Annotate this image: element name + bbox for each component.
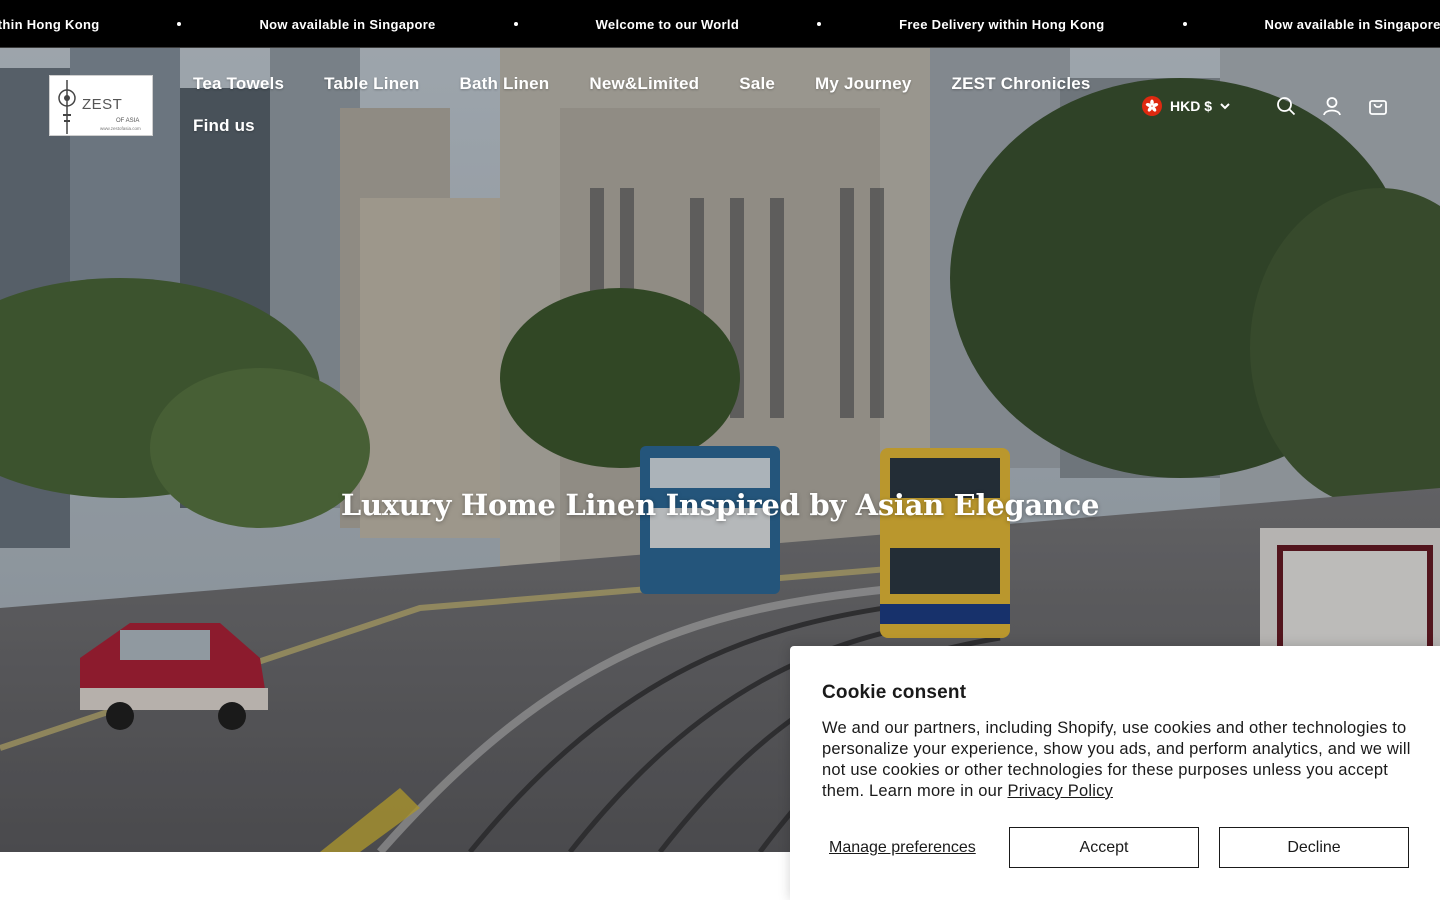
cookie-body-text: We and our partners, including Shopify, … [822, 719, 1411, 800]
site-header: ZEST OF ASIA www.zestofasia.com Tea Towe… [0, 48, 1440, 158]
currency-label: HKD $ [1169, 98, 1212, 114]
hero-title: Luxury Home Linen Inspired by Asian Eleg… [340, 488, 1100, 522]
nav-item-sale[interactable]: Sale [739, 72, 775, 96]
announcement-item: Free Delivery within Hong Kong [0, 16, 100, 32]
hong-kong-flag-icon [1141, 96, 1162, 116]
cookie-title: Cookie consent [822, 682, 967, 703]
nav-item-bath-linen[interactable]: Bath Linen [460, 72, 550, 96]
announcement-separator [1182, 22, 1187, 26]
nav-item-my-journey[interactable]: My Journey [815, 72, 911, 96]
site-logo[interactable]: ZEST OF ASIA www.zestofasia.com [49, 75, 153, 136]
header-actions: HKD $ [1141, 92, 1392, 120]
announcement-separator [817, 22, 822, 26]
cookie-body: We and our partners, including Shopify, … [822, 718, 1412, 802]
announcement-item: Now available in Singapore [259, 16, 436, 32]
search-icon[interactable] [1272, 92, 1300, 120]
manage-preferences-link[interactable]: Manage preferences [829, 827, 976, 868]
logo-tower-icon [58, 80, 76, 134]
announcement-item: Now available in Singapore [1264, 16, 1440, 32]
cookie-consent-dialog: Cookie consent We and our partners, incl… [790, 646, 1440, 900]
main-nav: Tea Towels Table Linen Bath Linen New&Li… [193, 72, 1123, 138]
nav-item-new-limited[interactable]: New&Limited [589, 72, 699, 96]
cart-icon[interactable] [1364, 92, 1392, 120]
nav-item-table-linen[interactable]: Table Linen [324, 72, 419, 96]
nav-item-find-us[interactable]: Find us [193, 114, 255, 138]
logo-url: www.zestofasia.com [100, 126, 141, 131]
announcement-track: Free Delivery within Hong Kong Now avail… [0, 0, 1440, 47]
logo-brand: ZEST [82, 96, 123, 113]
cookie-actions: Manage preferences Accept Decline [822, 827, 1409, 868]
account-icon[interactable] [1318, 92, 1346, 120]
announcement-bar: Free Delivery within Hong Kong Now avail… [0, 0, 1440, 48]
currency-selector[interactable]: HKD $ [1141, 96, 1230, 116]
announcement-item: Free Delivery within Hong Kong [899, 16, 1105, 32]
accept-button[interactable]: Accept [1009, 827, 1199, 868]
logo-subtitle: OF ASIA [116, 118, 140, 124]
decline-button[interactable]: Decline [1219, 827, 1409, 868]
nav-item-zest-chronicles[interactable]: ZEST Chronicles [952, 72, 1091, 96]
privacy-policy-link[interactable]: Privacy Policy [1007, 782, 1113, 800]
announcement-item: Welcome to our World [595, 16, 740, 32]
chevron-down-icon [1220, 102, 1230, 109]
announcement-separator [513, 22, 518, 26]
nav-item-tea-towels[interactable]: Tea Towels [193, 72, 284, 96]
announcement-separator [177, 22, 182, 26]
